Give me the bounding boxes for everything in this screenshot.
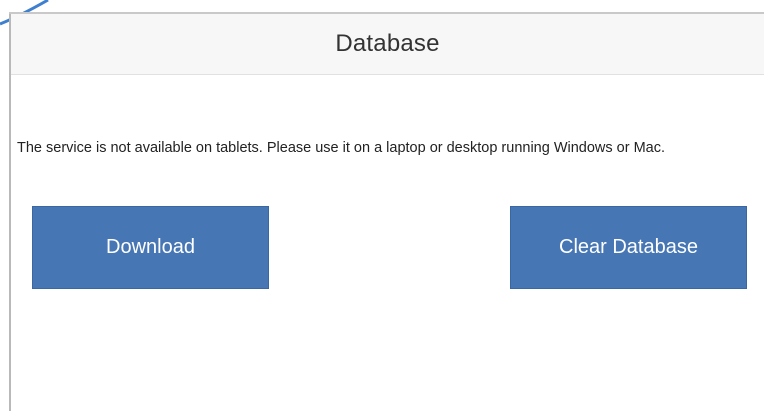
screen: Database The service is not available on… [0, 0, 764, 411]
database-panel: Database The service is not available on… [11, 14, 764, 411]
download-button[interactable]: Download [32, 206, 269, 289]
unavailable-notice: The service is not available on tablets.… [17, 140, 666, 156]
clear-database-button[interactable]: Clear Database [510, 206, 747, 289]
page-title: Database [335, 30, 440, 57]
panel-header: Database [11, 14, 764, 75]
